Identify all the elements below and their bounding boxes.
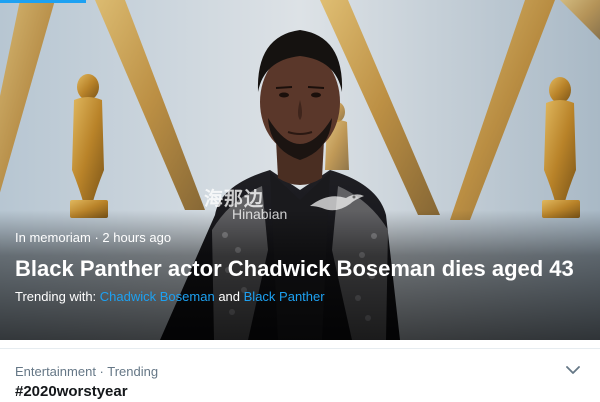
trend-item[interactable]: Entertainment · Trending #2020worstyear <box>0 348 600 402</box>
hero-text-block: In memoriam · 2 hours ago Black Panther … <box>15 230 585 305</box>
watermark-latin: Hinabian <box>232 206 288 222</box>
active-tab-indicator <box>0 0 86 3</box>
news-hero-card[interactable]: 海那边 Hinabian In memoriam · 2 hours ago B… <box>0 0 600 340</box>
chevron-down-icon[interactable] <box>566 365 580 375</box>
watermark-bird-icon <box>310 194 364 211</box>
trending-with-label: Trending with: <box>15 289 97 304</box>
watermark: 海那边 Hinabian <box>196 184 386 228</box>
trending-and-text: and <box>218 289 241 304</box>
hero-meta: In memoriam · 2 hours ago <box>15 230 172 245</box>
trend-item-title[interactable]: #2020worstyear <box>15 383 128 400</box>
trending-link-chadwick-boseman[interactable]: Chadwick Boseman <box>100 289 215 304</box>
trending-link-black-panther[interactable]: Black Panther <box>244 289 325 304</box>
trending-with-line: Trending with: Chadwick Boseman and Blac… <box>15 289 585 305</box>
trend-feed: 海那边 Hinabian In memoriam · 2 hours ago B… <box>0 0 600 402</box>
trend-item-meta: Entertainment · Trending <box>15 364 159 379</box>
hero-headline[interactable]: Black Panther actor Chadwick Boseman die… <box>15 255 585 283</box>
